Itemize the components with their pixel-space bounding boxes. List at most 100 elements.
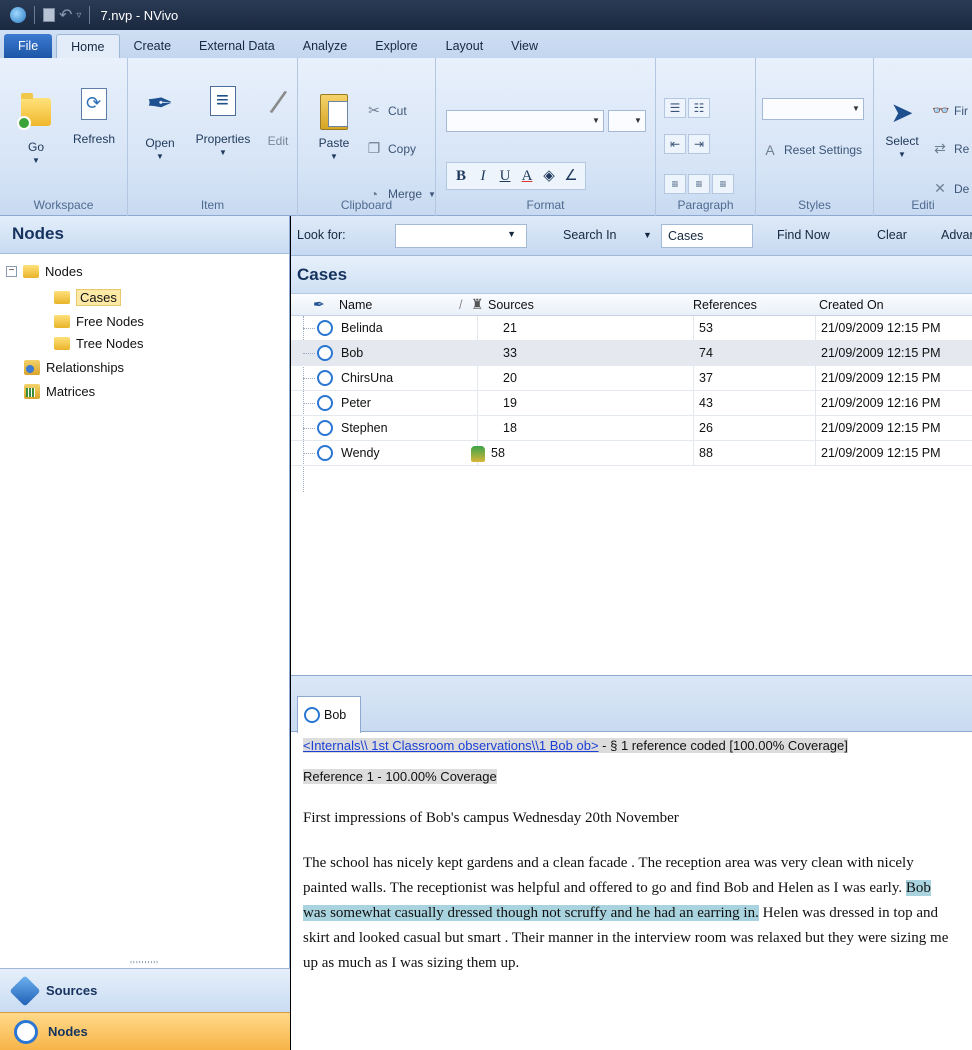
undo-icon[interactable]: ↶ [59, 5, 72, 25]
table-row[interactable]: Wendy 58 88 21/09/2009 12:15 PM [291, 441, 972, 466]
open-pin-icon: ✒ [146, 85, 174, 121]
chevron-down-icon[interactable]: ▼ [507, 229, 516, 239]
highlight-icon[interactable]: ◈ [539, 165, 559, 187]
align-left-icon[interactable]: ≡ [664, 174, 686, 194]
tab-external-data[interactable]: External Data [185, 34, 289, 58]
node-column-icon: ✒ [313, 296, 325, 312]
advanced-find-button[interactable]: Advar [941, 228, 972, 242]
styles-group: ▼ A Reset Settings Styles [756, 58, 874, 216]
find-bar: Look for: ▼ Search In ▼ Cases Find Now C… [291, 216, 972, 256]
clear-button[interactable]: Clear [877, 228, 907, 242]
save-icon[interactable] [43, 8, 55, 22]
tree-item-cases[interactable]: Cases [54, 286, 121, 308]
font-size-combo[interactable]: ▼ [608, 110, 646, 132]
clear-format-icon[interactable]: ∠ [561, 165, 581, 187]
increase-indent-icon[interactable]: ⇥ [688, 134, 710, 154]
edit-button[interactable]: / Edit [262, 84, 294, 148]
paragraph-group-label: Paragraph [677, 198, 734, 212]
search-in-button[interactable]: Search In [563, 228, 617, 242]
tab-layout[interactable]: Layout [432, 34, 498, 58]
bullets-icon[interactable]: ☰ [664, 98, 686, 118]
case-references: 53 [699, 321, 713, 335]
delete-x-icon: ✕ [934, 180, 946, 196]
numbering-icon[interactable]: ☷ [688, 98, 710, 118]
case-node-icon [317, 345, 333, 361]
go-button[interactable]: Go ▼ [16, 93, 56, 165]
collapse-icon[interactable]: − [6, 265, 17, 277]
table-row[interactable]: Belinda 21 53 21/09/2009 12:15 PM [291, 316, 972, 341]
navigation-panel: Nodes − Nodes Cases Free Nodes Tree Node… [0, 216, 290, 1050]
case-node-icon [317, 445, 333, 461]
tree-item-free-nodes[interactable]: Free Nodes [54, 310, 144, 332]
case-node-icon [317, 370, 333, 386]
replace-icon: ⇄ [934, 140, 946, 156]
detail-tab-bob[interactable]: Bob [297, 696, 361, 733]
open-button[interactable]: ✒ Open ▼ [138, 86, 182, 161]
case-references: 43 [699, 396, 713, 410]
tab-home[interactable]: Home [56, 34, 120, 58]
find-button[interactable]: 👓 Fir [932, 102, 968, 119]
workspace-group-label: Workspace [33, 198, 94, 212]
tree-item-relationships[interactable]: Relationships [24, 356, 124, 378]
folder-icon [23, 264, 39, 278]
column-header-sources[interactable]: Sources [488, 298, 534, 312]
replace-button[interactable]: ⇄ Re [932, 140, 969, 157]
table-row[interactable]: Bob 33 74 21/09/2009 12:15 PM [291, 341, 972, 366]
case-sources: 20 [503, 371, 517, 385]
nav-button-sources[interactable]: Sources [0, 968, 290, 1012]
italic-button[interactable]: I [473, 165, 493, 187]
tab-file[interactable]: File [4, 34, 53, 58]
tree-item-matrices[interactable]: Matrices [24, 380, 95, 402]
find-now-button[interactable]: Find Now [777, 228, 830, 242]
item-group-label: Item [200, 198, 225, 212]
tab-create[interactable]: Create [120, 34, 186, 58]
font-name-combo[interactable]: ▼ [446, 110, 604, 132]
tab-explore[interactable]: Explore [361, 34, 431, 58]
scissors-icon: ✂ [368, 102, 380, 118]
select-button[interactable]: ➤ Select ▼ [882, 98, 922, 160]
reset-settings-button[interactable]: A Reset Settings [762, 142, 862, 158]
paste-icon [320, 94, 348, 130]
nav-button-nodes[interactable]: Nodes [0, 1012, 290, 1050]
source-link[interactable]: <Internals\\ 1st Classroom observations\… [303, 738, 599, 753]
delete-button[interactable]: ✕ De [932, 180, 969, 197]
align-right-icon[interactable]: ≡ [712, 174, 734, 194]
align-center-icon[interactable]: ≡ [688, 174, 710, 194]
quick-access-toolbar: ↶ ▿ [10, 5, 94, 25]
case-name: Peter [341, 396, 371, 410]
bold-button[interactable]: B [451, 165, 471, 187]
customize-toolbar-icon[interactable]: ▿ [76, 10, 81, 21]
paste-button[interactable]: Paste ▼ [314, 94, 354, 161]
column-header-created-on[interactable]: Created On [819, 298, 884, 312]
column-header-references[interactable]: References [693, 298, 757, 312]
format-group: ▼ ▼ B I U A ◈ ∠ Format [436, 58, 656, 216]
nvivo-logo-icon[interactable] [10, 7, 26, 23]
table-row[interactable]: ChirsUna 20 37 21/09/2009 12:15 PM [291, 366, 972, 391]
case-references: 74 [699, 346, 713, 360]
copy-button[interactable]: ❐ Copy [366, 140, 416, 157]
title-bar: ↶ ▿ 7.nvp - NVivo [0, 0, 972, 30]
column-header-name[interactable]: Name [339, 298, 372, 312]
case-references: 26 [699, 421, 713, 435]
refresh-button[interactable]: Refresh [66, 88, 122, 146]
search-in-input[interactable]: Cases [661, 224, 753, 248]
person-column-icon: ♜ [471, 296, 484, 312]
underline-button[interactable]: U [495, 165, 515, 187]
tree-item-nodes-root[interactable]: − Nodes [6, 260, 83, 282]
format-buttons: B I U A ◈ ∠ [446, 162, 586, 190]
look-for-input[interactable]: ▼ [395, 224, 527, 248]
case-created-on: 21/09/2009 12:15 PM [821, 371, 941, 385]
content-paragraph[interactable]: The school has nicely kept gardens and a… [303, 851, 953, 976]
tab-view[interactable]: View [497, 34, 552, 58]
tree-item-tree-nodes[interactable]: Tree Nodes [54, 332, 143, 354]
properties-button[interactable]: Properties ▼ [186, 86, 260, 157]
font-color-button[interactable]: A [517, 165, 537, 187]
decrease-indent-icon[interactable]: ⇤ [664, 134, 686, 154]
cut-button[interactable]: ✂ Cut [366, 102, 407, 119]
table-row[interactable]: Stephen 18 26 21/09/2009 12:15 PM [291, 416, 972, 441]
chevron-down-icon[interactable]: ▼ [643, 230, 652, 240]
tab-analyze[interactable]: Analyze [289, 34, 361, 58]
format-group-label: Format [526, 198, 565, 212]
table-row[interactable]: Peter 19 43 21/09/2009 12:16 PM [291, 391, 972, 416]
style-combo[interactable]: ▼ [762, 98, 864, 120]
